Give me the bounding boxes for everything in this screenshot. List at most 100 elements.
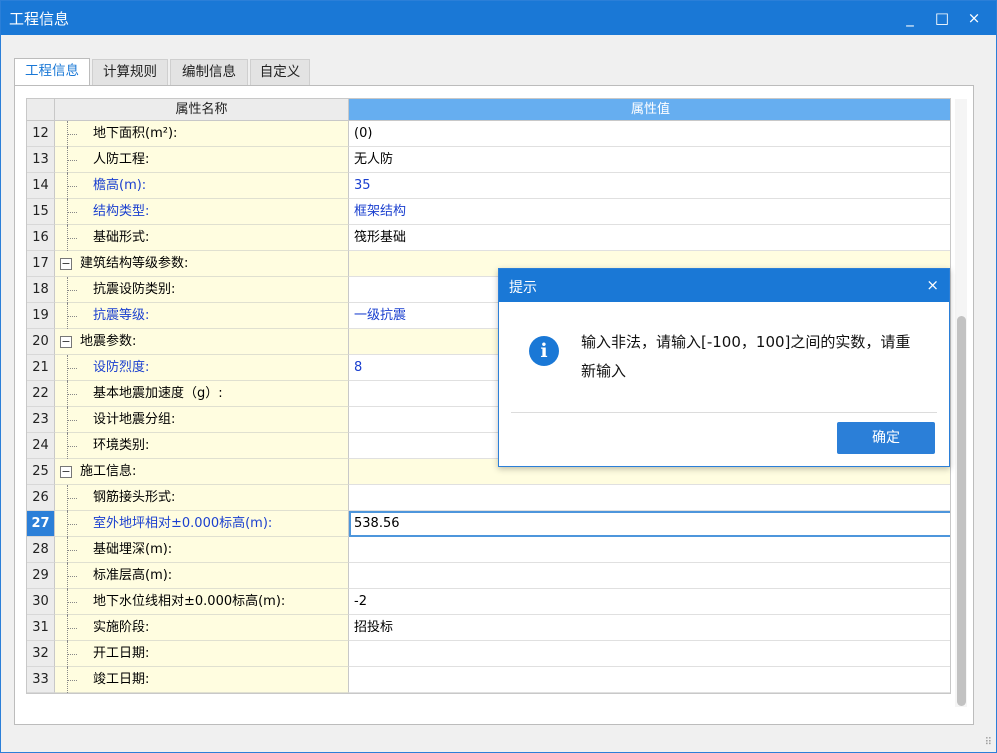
property-value-cell[interactable]: 无人防 — [349, 147, 950, 173]
property-value-cell[interactable] — [349, 563, 950, 589]
property-name: 基础形式: — [93, 230, 150, 245]
title-bar[interactable]: 工程信息 _ □ × — [1, 1, 996, 35]
property-value-cell[interactable]: 筏形基础 — [349, 225, 950, 251]
table-row[interactable]: 27 室外地坪相对±0.000标高(m): 538.56 — [27, 511, 950, 537]
property-name-cell[interactable]: 地下面积(m²): — [55, 121, 349, 147]
row-index: 19 — [27, 303, 55, 329]
property-name: 建筑结构等级参数: — [80, 256, 189, 271]
minimize-button[interactable]: _ — [899, 7, 921, 29]
property-value-cell[interactable] — [349, 537, 950, 563]
tree-line — [67, 186, 77, 187]
property-name: 实施阶段: — [93, 620, 150, 635]
property-name: 地下水位线相对±0.000标高(m): — [93, 594, 286, 609]
property-name-cell[interactable]: 实施阶段: — [55, 615, 349, 641]
property-name: 竣工日期: — [93, 672, 150, 687]
ok-button[interactable]: 确定 — [837, 422, 935, 454]
table-row[interactable]: 12 地下面积(m²): (0) — [27, 121, 950, 147]
row-index: 25 — [27, 459, 55, 485]
property-name: 抗震等级: — [93, 308, 150, 323]
property-name-cell[interactable]: 环境类别: — [55, 433, 349, 459]
property-name-cell[interactable]: 地下水位线相对±0.000标高(m): — [55, 589, 349, 615]
property-name-cell[interactable]: 设防烈度: — [55, 355, 349, 381]
table-row[interactable]: 28 基础埋深(m): — [27, 537, 950, 563]
header-property-value[interactable]: 属性值 — [349, 99, 950, 121]
property-value-cell[interactable] — [349, 667, 950, 693]
collapse-icon[interactable]: − — [60, 258, 72, 270]
table-row[interactable]: 31 实施阶段: 招投标 — [27, 615, 950, 641]
table-row[interactable]: 32 开工日期: — [27, 641, 950, 667]
row-index: 13 — [27, 147, 55, 173]
collapse-icon[interactable]: − — [60, 336, 72, 348]
dialog-message: 输入非法，请输入[-100，100]之间的实数，请重新输入 — [581, 333, 911, 380]
row-index: 24 — [27, 433, 55, 459]
property-name-cell[interactable]: − 地震参数: — [55, 329, 349, 355]
property-name-cell[interactable]: − 建筑结构等级参数: — [55, 251, 349, 277]
table-row[interactable]: 16 基础形式: 筏形基础 — [27, 225, 950, 251]
tree-line — [67, 212, 77, 213]
scrollbar-thumb[interactable] — [957, 316, 966, 706]
tree-line — [67, 654, 77, 655]
property-name: 基本地震加速度（g）: — [93, 386, 223, 401]
tab-compile-info[interactable]: 编制信息 — [170, 59, 248, 85]
close-button[interactable]: × — [963, 7, 985, 29]
property-name: 环境类别: — [93, 438, 150, 453]
header-property-name[interactable]: 属性名称 — [55, 99, 349, 121]
tab-custom[interactable]: 自定义 — [250, 59, 310, 85]
property-value-cell[interactable]: 招投标 — [349, 615, 950, 641]
dialog-close-icon[interactable]: × — [926, 276, 939, 294]
property-name-cell[interactable]: 标准层高(m): — [55, 563, 349, 589]
property-value-cell[interactable] — [349, 641, 950, 667]
property-name-cell[interactable]: 基础形式: — [55, 225, 349, 251]
row-index: 20 — [27, 329, 55, 355]
table-row[interactable]: 30 地下水位线相对±0.000标高(m): -2 — [27, 589, 950, 615]
row-index: 31 — [27, 615, 55, 641]
property-name: 室外地坪相对±0.000标高(m): — [93, 516, 273, 531]
property-name-cell[interactable]: 檐高(m): — [55, 173, 349, 199]
table-row[interactable]: 33 竣工日期: — [27, 667, 950, 693]
property-name-cell[interactable]: 设计地震分组: — [55, 407, 349, 433]
tree-line — [67, 420, 77, 421]
property-value-cell[interactable]: (0) — [349, 121, 950, 147]
property-name-cell[interactable]: 钢筋接头形式: — [55, 485, 349, 511]
property-name-cell[interactable]: 人防工程: — [55, 147, 349, 173]
table-row[interactable]: 29 标准层高(m): — [27, 563, 950, 589]
row-index: 32 — [27, 641, 55, 667]
project-info-window: 工程信息 _ □ × 工程信息 计算规则 编制信息 自定义 属性名称 属性值 1… — [0, 0, 997, 753]
dialog-title-bar[interactable]: 提示 × — [499, 269, 949, 302]
collapse-icon[interactable]: − — [60, 466, 72, 478]
property-name: 施工信息: — [80, 464, 137, 479]
row-index: 14 — [27, 173, 55, 199]
tree-line — [67, 238, 77, 239]
resize-grip-icon[interactable]: ⠿ — [985, 737, 992, 748]
row-index: 23 — [27, 407, 55, 433]
tree-line — [67, 290, 77, 291]
maximize-button[interactable]: □ — [931, 7, 953, 29]
property-name-cell[interactable]: − 施工信息: — [55, 459, 349, 485]
property-value-cell[interactable]: 框架结构 — [349, 199, 950, 225]
property-value-input[interactable]: 538.56 — [349, 511, 950, 537]
table-row[interactable]: 26 钢筋接头形式: — [27, 485, 950, 511]
property-name-cell[interactable]: 竣工日期: — [55, 667, 349, 693]
table-row[interactable]: 15 结构类型: 框架结构 — [27, 199, 950, 225]
tab-project-info[interactable]: 工程信息 — [14, 58, 90, 86]
property-name-cell[interactable]: 室外地坪相对±0.000标高(m): — [55, 511, 349, 537]
property-value-cell[interactable]: -2 — [349, 589, 950, 615]
dialog-title: 提示 — [509, 280, 537, 296]
property-name-cell[interactable]: 基本地震加速度（g）: — [55, 381, 349, 407]
row-index: 26 — [27, 485, 55, 511]
property-value-cell[interactable] — [349, 485, 950, 511]
property-name: 结构类型: — [93, 204, 150, 219]
property-value-cell[interactable]: 35 — [349, 173, 950, 199]
property-name-cell[interactable]: 抗震设防类别: — [55, 277, 349, 303]
row-index: 33 — [27, 667, 55, 693]
property-name-cell[interactable]: 抗震等级: — [55, 303, 349, 329]
tree-line — [67, 394, 77, 395]
table-row[interactable]: 14 檐高(m): 35 — [27, 173, 950, 199]
property-name-cell[interactable]: 结构类型: — [55, 199, 349, 225]
table-row[interactable]: 13 人防工程: 无人防 — [27, 147, 950, 173]
property-name-cell[interactable]: 基础埋深(m): — [55, 537, 349, 563]
property-name: 抗震设防类别: — [93, 282, 176, 297]
tree-line — [67, 524, 77, 525]
tab-calc-rules[interactable]: 计算规则 — [92, 59, 168, 85]
property-name-cell[interactable]: 开工日期: — [55, 641, 349, 667]
